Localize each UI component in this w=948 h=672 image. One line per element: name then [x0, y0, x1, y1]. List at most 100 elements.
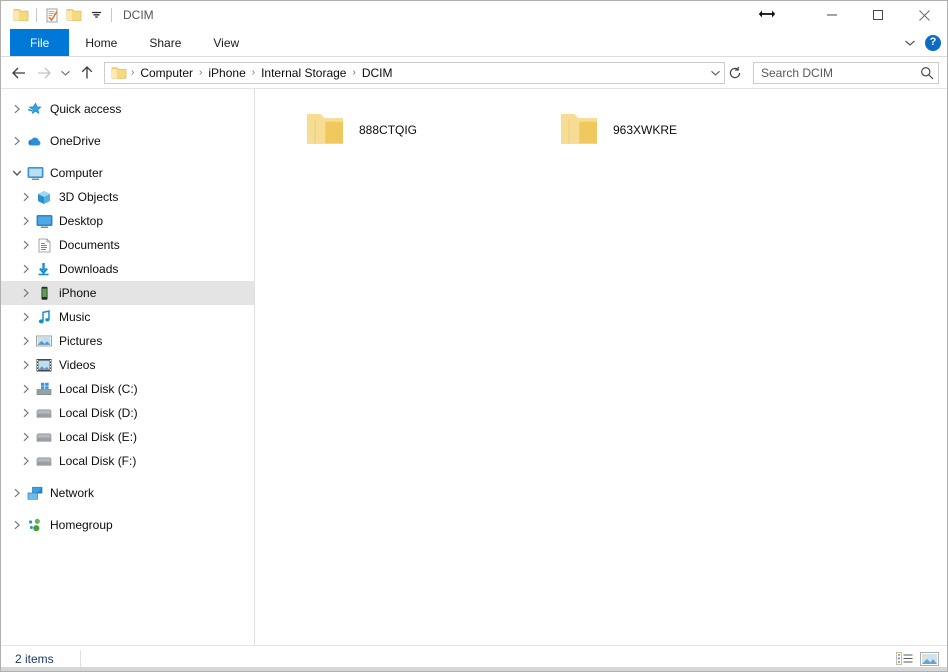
chevron-right-icon[interactable] — [18, 312, 34, 322]
sidebar-item-videos[interactable]: Videos — [1, 353, 254, 377]
caption-buttons — [809, 1, 947, 29]
tab-home[interactable]: Home — [69, 29, 133, 56]
sidebar-item-computer[interactable]: Computer — [1, 161, 254, 185]
properties-icon[interactable] — [41, 4, 63, 26]
tab-share[interactable]: Share — [133, 29, 197, 56]
forward-button[interactable] — [31, 61, 55, 85]
document-icon — [34, 236, 54, 254]
breadcrumb-item-computer[interactable]: Computer — [135, 66, 198, 80]
chevron-right-icon[interactable] — [9, 520, 25, 530]
file-list-area[interactable]: 888CTQIG 963XWKRE — [255, 89, 947, 645]
quick-access-toolbar: DCIM — [1, 4, 154, 26]
sidebar-item-label: Local Disk (C:) — [59, 382, 138, 396]
recent-locations-button[interactable] — [55, 61, 75, 85]
search-icon[interactable] — [916, 66, 938, 80]
window-title: DCIM — [123, 8, 154, 22]
search-input[interactable] — [754, 65, 916, 80]
sidebar-item-pictures[interactable]: Pictures — [1, 329, 254, 353]
new-folder-icon[interactable] — [63, 4, 85, 26]
sidebar-item-iphone[interactable]: iPhone — [1, 281, 254, 305]
sidebar-item-label: Desktop — [59, 214, 104, 228]
sidebar-item-local-disk-c[interactable]: Local Disk (C:) — [1, 377, 254, 401]
video-icon — [34, 356, 54, 374]
folder-icon[interactable] — [10, 4, 32, 26]
quick-access-separator — [36, 8, 37, 22]
breadcrumb-folder-icon[interactable] — [111, 66, 127, 80]
window-bottom-edge — [1, 667, 947, 671]
sidebar-item-network[interactable]: Network — [1, 481, 254, 505]
chevron-right-icon[interactable] — [18, 432, 34, 442]
homegroup-icon — [25, 516, 45, 534]
sidebar-item-label: OneDrive — [50, 134, 101, 148]
customize-quick-access-icon[interactable] — [85, 4, 107, 26]
ribbon-controls: ? — [904, 29, 941, 56]
sidebar-item-local-disk-d[interactable]: Local Disk (D:) — [1, 401, 254, 425]
tab-view[interactable]: View — [197, 29, 255, 56]
sidebar-item-quick-access[interactable]: Quick access — [1, 97, 254, 121]
chevron-right-icon[interactable] — [18, 240, 34, 250]
sidebar-item-label: Local Disk (E:) — [59, 430, 138, 444]
minimize-button[interactable] — [809, 1, 855, 29]
chevron-right-icon[interactable] — [18, 360, 34, 370]
chevron-right-icon[interactable] — [9, 104, 25, 114]
refresh-button[interactable] — [725, 62, 745, 84]
back-button[interactable] — [7, 61, 31, 85]
sidebar-item-downloads[interactable]: Downloads — [1, 257, 254, 281]
cube-icon — [34, 188, 54, 206]
chevron-right-icon[interactable] — [18, 192, 34, 202]
breadcrumb-item-internal-storage[interactable]: Internal Storage — [256, 66, 351, 80]
search-box[interactable] — [753, 61, 939, 84]
file-explorer-window: DCIM File Home Share View ? › Computer ›… — [0, 0, 948, 672]
folder-icon — [555, 106, 603, 154]
breadcrumb-item-iphone[interactable]: iPhone — [203, 66, 250, 80]
sidebar-item-label: Computer — [50, 166, 103, 180]
chevron-right-icon[interactable] — [18, 456, 34, 466]
ribbon-tab-bar: File Home Share View ? — [1, 29, 947, 57]
sidebar-item-desktop[interactable]: Desktop — [1, 209, 254, 233]
chevron-down-icon[interactable] — [904, 39, 916, 47]
chevron-right-icon[interactable] — [18, 288, 34, 298]
chevron-right-icon[interactable] — [9, 136, 25, 146]
chevron-right-icon[interactable] — [18, 264, 34, 274]
close-button[interactable] — [901, 1, 947, 29]
file-item[interactable]: 963XWKRE — [555, 101, 809, 158]
sidebar-item-documents[interactable]: Documents — [1, 233, 254, 257]
sidebar-item-label: Pictures — [59, 334, 103, 348]
sidebar-item-local-disk-f[interactable]: Local Disk (F:) — [1, 449, 254, 473]
items-grid: 888CTQIG 963XWKRE — [301, 101, 947, 158]
address-dropdown-icon[interactable] — [706, 63, 724, 83]
maximize-button[interactable] — [855, 1, 901, 29]
sidebar-item-homegroup[interactable]: Homegroup — [1, 513, 254, 537]
cloud-icon — [25, 132, 45, 150]
large-icons-view-button[interactable] — [918, 648, 941, 669]
chevron-down-icon[interactable] — [9, 169, 25, 177]
chevron-right-icon[interactable] — [18, 384, 34, 394]
file-item[interactable]: 888CTQIG — [301, 101, 555, 158]
phone-icon — [34, 284, 54, 302]
title-separator — [111, 8, 112, 22]
chevron-right-icon[interactable] — [18, 336, 34, 346]
help-icon[interactable]: ? — [925, 34, 941, 51]
details-view-button[interactable] — [893, 648, 916, 669]
sidebar-item-3d-objects[interactable]: 3D Objects — [1, 185, 254, 209]
file-item-label: 888CTQIG — [359, 122, 418, 137]
chevron-right-icon[interactable] — [9, 488, 25, 498]
navigation-pane[interactable]: Quick access OneDrive Computer 3D Objects De… — [1, 89, 255, 645]
drive-icon — [34, 452, 54, 470]
sidebar-item-music[interactable]: Music — [1, 305, 254, 329]
chevron-right-icon[interactable] — [18, 216, 34, 226]
folder-icon — [301, 106, 349, 154]
sidebar-item-onedrive[interactable]: OneDrive — [1, 129, 254, 153]
tab-file[interactable]: File — [10, 29, 70, 56]
up-button[interactable] — [75, 61, 99, 85]
chevron-right-icon[interactable] — [18, 408, 34, 418]
file-item-label: 963XWKRE — [613, 122, 678, 137]
breadcrumb-item-dcim[interactable]: DCIM — [357, 66, 398, 80]
address-bar[interactable]: › Computer › iPhone › Internal Storage ›… — [104, 61, 725, 84]
drive-icon — [34, 404, 54, 422]
sidebar-item-local-disk-e[interactable]: Local Disk (E:) — [1, 425, 254, 449]
sidebar-item-label: Downloads — [59, 262, 119, 276]
sidebar-item-label: Music — [59, 310, 91, 324]
item-count-label: 2 items — [15, 651, 54, 666]
main-body: Quick access OneDrive Computer 3D Objects De… — [1, 88, 947, 645]
